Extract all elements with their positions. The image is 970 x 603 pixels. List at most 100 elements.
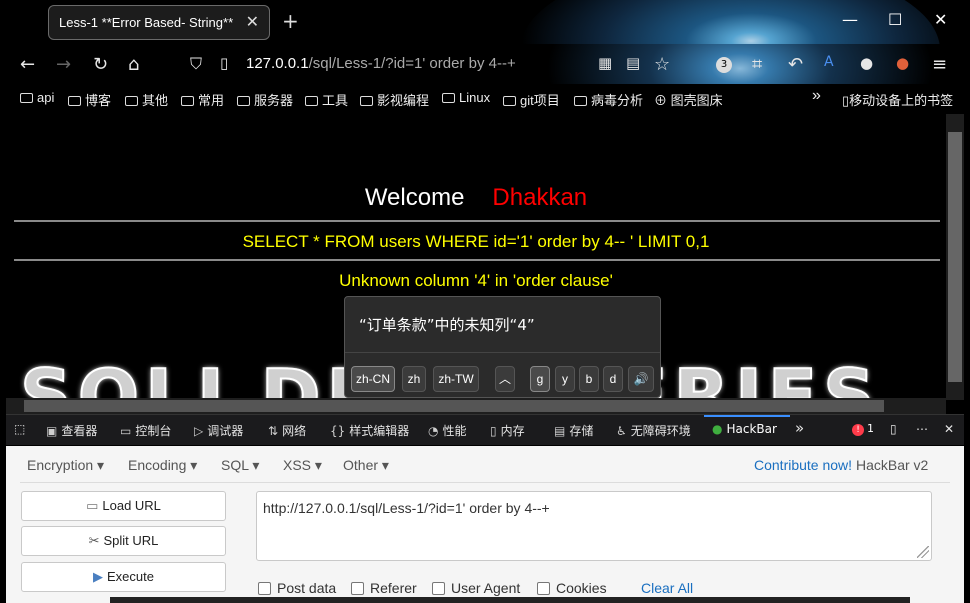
- url-field[interactable]: 127.0.0.1/sql/Less-1/?id=1' order by 4--…: [246, 55, 516, 72]
- checkbox-box[interactable]: [258, 582, 271, 595]
- page-info-icon[interactable]: ▯: [220, 54, 228, 72]
- back-arrow-icon[interactable]: ←: [20, 54, 35, 75]
- tab-close-icon[interactable]: ✕: [246, 12, 259, 32]
- mobile-bookmarks[interactable]: ▯移动设备上的书签: [842, 90, 953, 109]
- scroll-thumb[interactable]: [948, 132, 962, 382]
- bookmarks-overflow-button[interactable]: »: [812, 87, 821, 105]
- crop-icon[interactable]: ⌗: [752, 54, 762, 75]
- minimize-button[interactable]: —: [842, 10, 858, 29]
- extension-icon[interactable]: ●: [896, 54, 909, 72]
- lang-zh-cn-button[interactable]: zh-CN: [351, 366, 395, 392]
- translate-icon[interactable]: A: [824, 54, 834, 70]
- maximize-button[interactable]: ☐: [888, 10, 902, 29]
- contribute-link[interactable]: Contribute now! HackBar v2: [754, 457, 928, 473]
- close-devtools-button[interactable]: ✕: [944, 422, 954, 436]
- bookmark-item[interactable]: 影视编程: [360, 90, 429, 109]
- cookies-checkbox[interactable]: Cookies: [537, 580, 607, 596]
- engine-google-button[interactable]: g: [530, 366, 550, 392]
- menu-sql[interactable]: SQL ▾: [221, 457, 259, 474]
- debugger-icon: ▷: [194, 424, 204, 438]
- clear-all-link[interactable]: Clear All: [641, 580, 693, 596]
- new-tab-button[interactable]: +: [282, 9, 299, 33]
- checkbox-box[interactable]: [351, 582, 364, 595]
- shield-icon[interactable]: ⛉: [190, 54, 202, 74]
- url-path: /sql/Less-1/?id=1' order by 4--+: [308, 55, 516, 72]
- scroll-thumb[interactable]: [24, 400, 884, 412]
- bookmark-item[interactable]: 其他: [125, 90, 168, 109]
- execute-button[interactable]: ▶ Execute: [21, 562, 226, 592]
- underlying-window-edge: [110, 597, 910, 603]
- more-options-button[interactable]: ⋯: [916, 422, 928, 436]
- bookmark-item[interactable]: 病毒分析: [574, 90, 643, 109]
- bookmark-item[interactable]: 常用: [181, 90, 224, 109]
- error-count-badge[interactable]: ! 1: [852, 422, 874, 436]
- lang-zh-tw-button[interactable]: zh-TW: [433, 366, 479, 392]
- close-window-button[interactable]: ✕: [934, 10, 947, 29]
- url-textarea[interactable]: http://127.0.0.1/sql/Less-1/?id=1' order…: [256, 491, 932, 561]
- load-url-button[interactable]: ▭ Load URL: [21, 491, 226, 521]
- network-icon: ⇅: [268, 424, 279, 438]
- reload-icon[interactable]: ↻: [93, 54, 108, 75]
- tab-storage[interactable]: ▤ 存储: [554, 422, 593, 439]
- navigation-bar: ← → ↻ ⌂ ⛉ ▯ 127.0.0.1/sql/Less-1/?id=1' …: [0, 44, 970, 84]
- title-bar: Less-1 **Error Based- String** ✕ + — ☐ ✕: [0, 0, 970, 44]
- menu-xss[interactable]: XSS ▾: [283, 457, 322, 474]
- lang-zh-button[interactable]: zh: [402, 366, 426, 392]
- engine-yandex-button[interactable]: y: [555, 366, 575, 392]
- user-agent-checkbox[interactable]: User Agent: [432, 580, 520, 596]
- menu-encryption[interactable]: Encryption ▾: [27, 457, 104, 474]
- forward-arrow-icon[interactable]: →: [56, 54, 71, 75]
- hackbar-version: HackBar v2: [855, 457, 929, 473]
- engine-bing-button[interactable]: b: [579, 366, 599, 392]
- extension-icon[interactable]: ●: [860, 54, 873, 72]
- devtools-toolbar: ⬚ ▣ 查看器 ▭ 控制台 ▷ 调试器 ⇅ 网络 {} 样式编辑器 ◔ 性能 ▯ 内存 ▤ 存储…: [6, 414, 964, 445]
- qrcode-icon[interactable]: ▦: [598, 54, 612, 72]
- bookmark-item[interactable]: ⊕ 图壳图床: [654, 90, 723, 109]
- devtools-overflow-button[interactable]: »: [795, 419, 804, 437]
- reader-icon[interactable]: ▤: [626, 54, 640, 72]
- resize-grip-icon[interactable]: [917, 546, 929, 558]
- bookmark-item[interactable]: api: [20, 90, 54, 105]
- browser-tab[interactable]: Less-1 **Error Based- String** ✕: [48, 5, 270, 40]
- bookmark-item[interactable]: 博客: [68, 90, 111, 109]
- bookmark-item[interactable]: Linux: [442, 90, 490, 105]
- post-data-checkbox[interactable]: Post data: [258, 580, 336, 596]
- checkbox-box[interactable]: [537, 582, 550, 595]
- engine-deepl-button[interactable]: d: [603, 366, 623, 392]
- star-icon[interactable]: ☆: [654, 54, 670, 75]
- tab-console[interactable]: ▭ 控制台: [120, 422, 171, 439]
- tab-hackbar[interactable]: ● HackBar: [712, 422, 777, 436]
- tab-inspector[interactable]: ▣ 查看器: [46, 422, 97, 439]
- folder-icon: [442, 93, 455, 103]
- vertical-scrollbar[interactable]: [946, 114, 964, 400]
- referer-checkbox[interactable]: Referer: [351, 580, 417, 596]
- load-icon: ▭: [86, 498, 99, 513]
- menu-other[interactable]: Other ▾: [343, 457, 389, 474]
- undo-icon[interactable]: ↶: [788, 54, 803, 75]
- element-picker-icon[interactable]: ⬚: [14, 422, 25, 436]
- tab-performance[interactable]: ◔ 性能: [428, 422, 467, 439]
- welcome-heading: Welcome Dhakkan: [364, 184, 588, 211]
- tab-accessibility[interactable]: ♿ 无障碍环境: [616, 422, 691, 439]
- folder-icon: [68, 96, 81, 106]
- bookmark-item[interactable]: git项目: [503, 90, 560, 109]
- tab-debugger[interactable]: ▷ 调试器: [194, 422, 243, 439]
- tab-memory[interactable]: ▯ 内存: [490, 422, 525, 439]
- braces-icon: {}: [330, 424, 346, 438]
- bookmark-item[interactable]: 服务器: [237, 90, 293, 109]
- menu-icon[interactable]: ≡: [932, 54, 947, 75]
- horizontal-scrollbar[interactable]: [6, 398, 946, 414]
- home-icon[interactable]: ⌂: [128, 54, 139, 75]
- checkbox-box[interactable]: [432, 582, 445, 595]
- split-url-button[interactable]: ✂ Split URL: [21, 526, 226, 556]
- hackbar-icon: ●: [712, 422, 723, 436]
- menu-encoding[interactable]: Encoding ▾: [128, 457, 197, 474]
- collapse-icon[interactable]: ︿: [495, 366, 515, 392]
- tab-style-editor[interactable]: {} 样式编辑器: [330, 422, 409, 439]
- speaker-icon[interactable]: 🔊: [628, 366, 654, 392]
- dock-icon[interactable]: ▯: [890, 422, 897, 436]
- tab-network[interactable]: ⇅ 网络: [268, 422, 306, 439]
- bookmark-item[interactable]: 工具: [305, 90, 348, 109]
- active-tab-indicator: [704, 415, 790, 417]
- extension-badge[interactable]: 3: [716, 57, 732, 73]
